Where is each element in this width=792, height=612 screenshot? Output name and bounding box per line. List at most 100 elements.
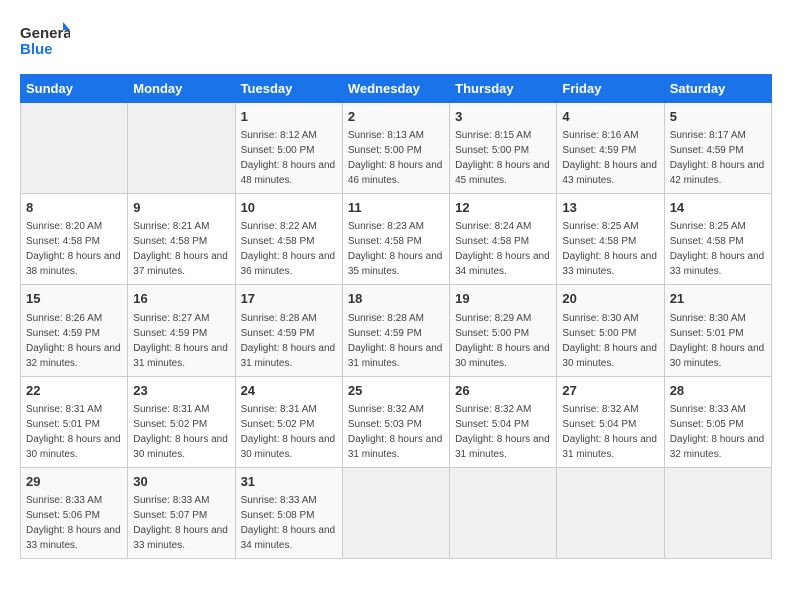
calendar-day-cell: 5 Sunrise: 8:17 AMSunset: 4:59 PMDayligh…: [664, 103, 771, 194]
day-info: Sunrise: 8:17 AMSunset: 4:59 PMDaylight:…: [670, 130, 765, 186]
day-number: 17: [241, 290, 337, 308]
day-number: 2: [348, 108, 444, 126]
calendar-week-row: 15 Sunrise: 8:26 AMSunset: 4:59 PMDaylig…: [21, 285, 772, 376]
day-info: Sunrise: 8:25 AMSunset: 4:58 PMDaylight:…: [562, 221, 657, 277]
day-info: Sunrise: 8:26 AMSunset: 4:59 PMDaylight:…: [26, 313, 121, 369]
calendar-day-cell: 20 Sunrise: 8:30 AMSunset: 5:00 PMDaylig…: [557, 285, 664, 376]
day-number: 15: [26, 290, 122, 308]
day-info: Sunrise: 8:31 AMSunset: 5:01 PMDaylight:…: [26, 404, 121, 460]
calendar-day-cell: 23 Sunrise: 8:31 AMSunset: 5:02 PMDaylig…: [128, 376, 235, 467]
day-number: 19: [455, 290, 551, 308]
day-number: 23: [133, 382, 229, 400]
day-number: 21: [670, 290, 766, 308]
calendar-header-row: SundayMondayTuesdayWednesdayThursdayFrid…: [21, 75, 772, 103]
day-info: Sunrise: 8:22 AMSunset: 4:58 PMDaylight:…: [241, 221, 336, 277]
calendar-day-cell: 4 Sunrise: 8:16 AMSunset: 4:59 PMDayligh…: [557, 103, 664, 194]
calendar-day-cell: 21 Sunrise: 8:30 AMSunset: 5:01 PMDaylig…: [664, 285, 771, 376]
day-info: Sunrise: 8:16 AMSunset: 4:59 PMDaylight:…: [562, 130, 657, 186]
day-number: 27: [562, 382, 658, 400]
calendar-day-cell: 29 Sunrise: 8:33 AMSunset: 5:06 PMDaylig…: [21, 467, 128, 558]
logo-svg: General Blue: [20, 20, 70, 64]
calendar-day-cell: 16 Sunrise: 8:27 AMSunset: 4:59 PMDaylig…: [128, 285, 235, 376]
day-info: Sunrise: 8:32 AMSunset: 5:04 PMDaylight:…: [562, 404, 657, 460]
day-info: Sunrise: 8:32 AMSunset: 5:04 PMDaylight:…: [455, 404, 550, 460]
day-info: Sunrise: 8:31 AMSunset: 5:02 PMDaylight:…: [241, 404, 336, 460]
calendar-day-cell: 22 Sunrise: 8:31 AMSunset: 5:01 PMDaylig…: [21, 376, 128, 467]
calendar-day-cell: 28 Sunrise: 8:33 AMSunset: 5:05 PMDaylig…: [664, 376, 771, 467]
calendar-day-cell: 3 Sunrise: 8:15 AMSunset: 5:00 PMDayligh…: [450, 103, 557, 194]
day-info: Sunrise: 8:27 AMSunset: 4:59 PMDaylight:…: [133, 313, 228, 369]
day-number: 29: [26, 473, 122, 491]
calendar-empty-cell: [664, 467, 771, 558]
calendar-day-cell: 10 Sunrise: 8:22 AMSunset: 4:58 PMDaylig…: [235, 194, 342, 285]
calendar-day-cell: 26 Sunrise: 8:32 AMSunset: 5:04 PMDaylig…: [450, 376, 557, 467]
calendar-empty-cell: [342, 467, 449, 558]
day-number: 1: [241, 108, 337, 126]
day-number: 10: [241, 199, 337, 217]
column-header-sunday: Sunday: [21, 75, 128, 103]
day-number: 12: [455, 199, 551, 217]
day-info: Sunrise: 8:13 AMSunset: 5:00 PMDaylight:…: [348, 130, 443, 186]
calendar-empty-cell: [450, 467, 557, 558]
day-number: 31: [241, 473, 337, 491]
calendar-day-cell: 24 Sunrise: 8:31 AMSunset: 5:02 PMDaylig…: [235, 376, 342, 467]
day-info: Sunrise: 8:28 AMSunset: 4:59 PMDaylight:…: [241, 313, 336, 369]
calendar-week-row: 1 Sunrise: 8:12 AMSunset: 5:00 PMDayligh…: [21, 103, 772, 194]
calendar-day-cell: 19 Sunrise: 8:29 AMSunset: 5:00 PMDaylig…: [450, 285, 557, 376]
calendar-day-cell: 18 Sunrise: 8:28 AMSunset: 4:59 PMDaylig…: [342, 285, 449, 376]
logo: General Blue: [20, 20, 70, 64]
day-info: Sunrise: 8:33 AMSunset: 5:08 PMDaylight:…: [241, 495, 336, 551]
day-info: Sunrise: 8:28 AMSunset: 4:59 PMDaylight:…: [348, 313, 443, 369]
day-number: 20: [562, 290, 658, 308]
day-number: 11: [348, 199, 444, 217]
column-header-tuesday: Tuesday: [235, 75, 342, 103]
calendar-empty-cell: [128, 103, 235, 194]
calendar-week-row: 22 Sunrise: 8:31 AMSunset: 5:01 PMDaylig…: [21, 376, 772, 467]
day-number: 9: [133, 199, 229, 217]
svg-text:General: General: [20, 25, 70, 42]
day-number: 3: [455, 108, 551, 126]
day-number: 4: [562, 108, 658, 126]
calendar-empty-cell: [21, 103, 128, 194]
calendar-day-cell: 27 Sunrise: 8:32 AMSunset: 5:04 PMDaylig…: [557, 376, 664, 467]
day-info: Sunrise: 8:29 AMSunset: 5:00 PMDaylight:…: [455, 313, 550, 369]
day-info: Sunrise: 8:32 AMSunset: 5:03 PMDaylight:…: [348, 404, 443, 460]
day-number: 8: [26, 199, 122, 217]
day-info: Sunrise: 8:33 AMSunset: 5:06 PMDaylight:…: [26, 495, 121, 551]
day-info: Sunrise: 8:23 AMSunset: 4:58 PMDaylight:…: [348, 221, 443, 277]
calendar-empty-cell: [557, 467, 664, 558]
column-header-thursday: Thursday: [450, 75, 557, 103]
calendar-day-cell: 1 Sunrise: 8:12 AMSunset: 5:00 PMDayligh…: [235, 103, 342, 194]
calendar-week-row: 29 Sunrise: 8:33 AMSunset: 5:06 PMDaylig…: [21, 467, 772, 558]
day-number: 14: [670, 199, 766, 217]
day-number: 26: [455, 382, 551, 400]
svg-text:Blue: Blue: [20, 41, 53, 58]
day-number: 24: [241, 382, 337, 400]
calendar-day-cell: 13 Sunrise: 8:25 AMSunset: 4:58 PMDaylig…: [557, 194, 664, 285]
day-number: 18: [348, 290, 444, 308]
day-number: 25: [348, 382, 444, 400]
day-number: 28: [670, 382, 766, 400]
day-info: Sunrise: 8:30 AMSunset: 5:00 PMDaylight:…: [562, 313, 657, 369]
day-info: Sunrise: 8:21 AMSunset: 4:58 PMDaylight:…: [133, 221, 228, 277]
column-header-wednesday: Wednesday: [342, 75, 449, 103]
column-header-friday: Friday: [557, 75, 664, 103]
calendar-table: SundayMondayTuesdayWednesdayThursdayFrid…: [20, 74, 772, 559]
calendar-day-cell: 14 Sunrise: 8:25 AMSunset: 4:58 PMDaylig…: [664, 194, 771, 285]
column-header-saturday: Saturday: [664, 75, 771, 103]
calendar-day-cell: 11 Sunrise: 8:23 AMSunset: 4:58 PMDaylig…: [342, 194, 449, 285]
column-header-monday: Monday: [128, 75, 235, 103]
calendar-week-row: 8 Sunrise: 8:20 AMSunset: 4:58 PMDayligh…: [21, 194, 772, 285]
calendar-day-cell: 12 Sunrise: 8:24 AMSunset: 4:58 PMDaylig…: [450, 194, 557, 285]
calendar-day-cell: 17 Sunrise: 8:28 AMSunset: 4:59 PMDaylig…: [235, 285, 342, 376]
calendar-day-cell: 8 Sunrise: 8:20 AMSunset: 4:58 PMDayligh…: [21, 194, 128, 285]
calendar-day-cell: 30 Sunrise: 8:33 AMSunset: 5:07 PMDaylig…: [128, 467, 235, 558]
day-number: 5: [670, 108, 766, 126]
day-number: 30: [133, 473, 229, 491]
day-info: Sunrise: 8:20 AMSunset: 4:58 PMDaylight:…: [26, 221, 121, 277]
day-number: 16: [133, 290, 229, 308]
calendar-day-cell: 25 Sunrise: 8:32 AMSunset: 5:03 PMDaylig…: [342, 376, 449, 467]
day-info: Sunrise: 8:33 AMSunset: 5:07 PMDaylight:…: [133, 495, 228, 551]
day-info: Sunrise: 8:31 AMSunset: 5:02 PMDaylight:…: [133, 404, 228, 460]
calendar-day-cell: 2 Sunrise: 8:13 AMSunset: 5:00 PMDayligh…: [342, 103, 449, 194]
